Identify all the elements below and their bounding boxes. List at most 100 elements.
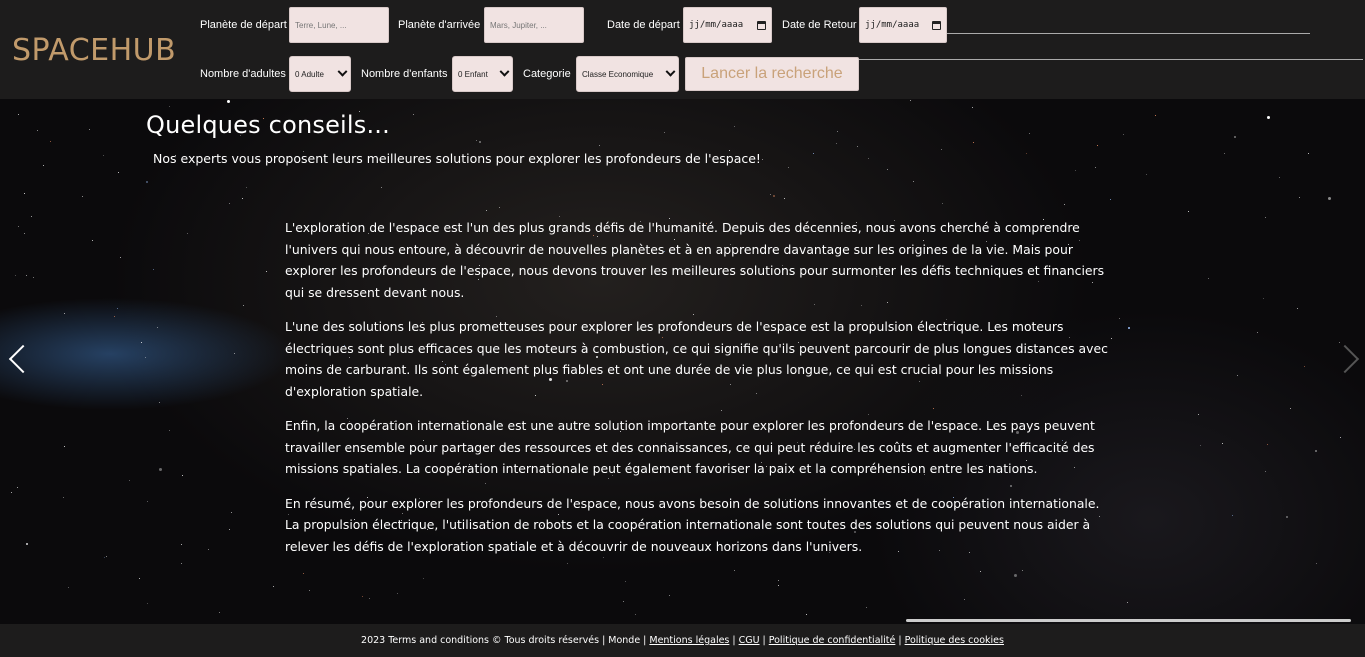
- star: [242, 198, 243, 199]
- star: [942, 203, 943, 204]
- star: [103, 155, 104, 156]
- star: [1095, 167, 1096, 168]
- star: [980, 571, 981, 572]
- privacy-link[interactable]: Politique de confidentialité: [769, 635, 896, 646]
- departure-date-input[interactable]: jj/mm/aaaa: [683, 7, 772, 43]
- star: [26, 543, 28, 545]
- footer-copyright: 2023 Terms and conditions © Tous droits …: [361, 635, 600, 646]
- star: [499, 207, 500, 208]
- star: [837, 131, 838, 132]
- star: [423, 578, 424, 579]
- horizontal-scrollbar[interactable]: [906, 619, 1351, 622]
- star: [973, 142, 974, 143]
- departure-date-value: jj/mm/aaaa: [689, 20, 744, 30]
- star: [309, 590, 310, 591]
- star: [1315, 450, 1317, 452]
- star: [182, 475, 183, 476]
- star: [369, 598, 370, 599]
- star: [37, 130, 38, 131]
- star: [1222, 443, 1223, 444]
- star: [153, 269, 154, 270]
- adults-value: 0 Adulte: [295, 69, 324, 79]
- star: [1064, 204, 1065, 205]
- star: [397, 593, 398, 594]
- star: [1097, 145, 1098, 146]
- star: [24, 233, 25, 234]
- children-select[interactable]: 0 Enfant: [452, 56, 513, 92]
- children-value: 0 Enfant: [458, 69, 488, 79]
- star: [1123, 134, 1124, 135]
- star: [635, 614, 636, 615]
- star: [169, 430, 170, 431]
- star: [1188, 211, 1189, 212]
- arrival-planet-input[interactable]: Mars, Jupiter, ...: [484, 7, 584, 43]
- chevron-right-icon[interactable]: [1330, 344, 1360, 374]
- search-button[interactable]: Lancer la recherche: [685, 57, 859, 91]
- footer-separator: |: [643, 635, 647, 646]
- adults-label: Nombre d'adultes: [200, 68, 286, 80]
- star: [868, 158, 869, 159]
- calendar-icon[interactable]: [757, 20, 766, 30]
- divider-line: [947, 33, 1310, 34]
- star: [146, 181, 148, 183]
- star: [1146, 174, 1147, 175]
- return-date-value: jj/mm/aaaa: [865, 20, 920, 30]
- star: [118, 172, 119, 173]
- star: [1316, 563, 1317, 564]
- star: [234, 353, 235, 354]
- star: [1128, 327, 1130, 329]
- star: [63, 497, 64, 498]
- star: [664, 132, 665, 133]
- star: [479, 141, 481, 143]
- star: [623, 601, 624, 602]
- star: [1026, 153, 1027, 154]
- star: [1257, 332, 1258, 333]
- star: [147, 603, 148, 604]
- star: [129, 480, 130, 481]
- star: [33, 277, 34, 278]
- category-value: Classe Economique: [582, 69, 654, 79]
- return-date-label: Date de Retour: [782, 19, 857, 31]
- chevron-left-icon[interactable]: [8, 344, 38, 374]
- star: [913, 181, 914, 182]
- cgu-link[interactable]: CGU: [739, 635, 760, 646]
- legal-link[interactable]: Mentions légales: [649, 635, 729, 646]
- star: [117, 308, 118, 309]
- chevron-down-icon: [337, 66, 348, 77]
- star: [778, 585, 779, 586]
- star: [734, 126, 735, 127]
- star: [145, 357, 146, 358]
- page-title: Quelques conseils...: [146, 111, 390, 139]
- category-select[interactable]: Classe Economique: [576, 56, 679, 92]
- star: [26, 275, 27, 276]
- star: [141, 342, 142, 343]
- cookies-link[interactable]: Politique des cookies: [905, 635, 1004, 646]
- category-label: Categorie: [523, 68, 571, 80]
- adults-select[interactable]: 0 Adulte: [289, 56, 351, 92]
- departure-date-label: Date de départ: [607, 19, 680, 31]
- star: [303, 573, 304, 574]
- chevron-down-icon: [499, 66, 510, 77]
- star: [17, 487, 18, 488]
- footer-separator: |: [602, 635, 606, 646]
- departure-planet-input[interactable]: Terre, Lune, ...: [289, 7, 389, 43]
- star: [1127, 602, 1128, 603]
- star: [413, 114, 414, 115]
- logo[interactable]: SPACEHUB: [12, 33, 176, 68]
- calendar-icon[interactable]: [932, 20, 941, 30]
- star: [273, 586, 274, 587]
- star: [181, 563, 182, 564]
- footer: 2023 Terms and conditions © Tous droits …: [0, 624, 1365, 657]
- star: [1232, 515, 1233, 516]
- star: [1297, 308, 1298, 309]
- star: [972, 107, 973, 108]
- star: [887, 169, 888, 170]
- star: [1110, 199, 1111, 200]
- star: [266, 271, 267, 272]
- return-date-input[interactable]: jj/mm/aaaa: [859, 7, 947, 43]
- article-paragraph: Enfin, la coopération internationale est…: [285, 418, 1095, 476]
- star: [778, 580, 779, 581]
- star: [1029, 133, 1030, 134]
- star: [476, 140, 477, 141]
- star: [1299, 197, 1300, 198]
